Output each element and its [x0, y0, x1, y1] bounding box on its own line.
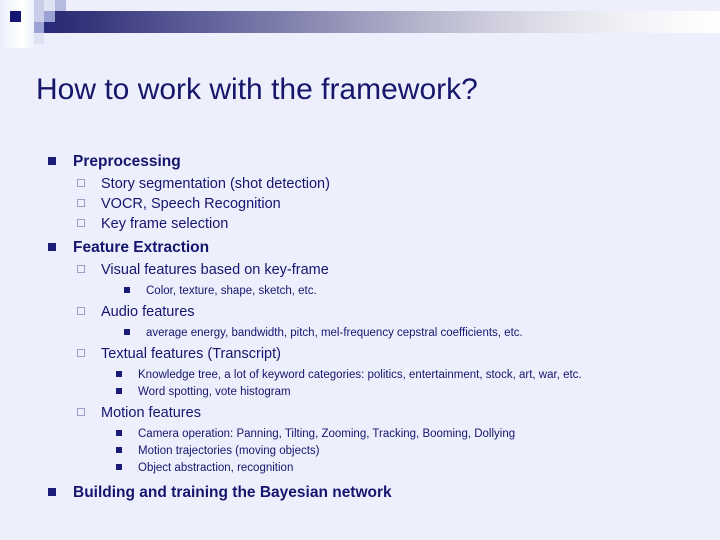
- outline-item-text: Textual features (Transcript): [101, 346, 281, 362]
- decoration-square: [33, 33, 44, 44]
- outline-item-level2: Textual features (Transcript): [0, 344, 720, 364]
- page-title: How to work with the framework?: [36, 73, 478, 106]
- outline-item-text: Preprocessing: [73, 153, 181, 170]
- outline-item-text: Story segmentation (shot detection): [101, 176, 330, 192]
- decoration-square: [44, 0, 55, 11]
- outline-item-text: Object abstraction, recognition: [138, 462, 294, 474]
- decoration-square-accent: [10, 11, 21, 22]
- outline-item-text: average energy, bandwidth, pitch, mel-fr…: [146, 327, 523, 339]
- slide-content-outline: Preprocessing Story segmentation (shot d…: [0, 150, 720, 505]
- outline-item-text: Motion trajectories (moving objects): [138, 445, 320, 457]
- outline-item-level2: Story segmentation (shot detection): [0, 174, 720, 194]
- decoration-square: [44, 11, 55, 22]
- outline-item-text: Audio features: [101, 304, 195, 320]
- outline-item-text: Visual features based on key-frame: [101, 262, 329, 278]
- slide-header-decoration: [0, 0, 720, 48]
- decoration-square: [55, 0, 66, 11]
- outline-item-text: VOCR, Speech Recognition: [101, 196, 281, 212]
- decoration-square: [33, 11, 44, 22]
- header-gradient-bar: [42, 11, 720, 33]
- outline-item-level1: Preprocessing: [0, 150, 720, 173]
- outline-item-level2: Visual features based on key-frame: [0, 260, 720, 280]
- outline-item-level2: Key frame selection: [0, 214, 720, 234]
- outline-item-text: Feature Extraction: [73, 239, 210, 256]
- outline-item-level3: average energy, bandwidth, pitch, mel-fr…: [0, 325, 720, 342]
- decoration-white-strip: [0, 0, 34, 48]
- decoration-square: [44, 22, 55, 33]
- outline-item-level2: VOCR, Speech Recognition: [0, 194, 720, 214]
- outline-item-level3: Color, texture, shape, sketch, etc.: [0, 283, 720, 300]
- outline-item-level1: Feature Extraction: [0, 236, 720, 259]
- outline-item-text: Key frame selection: [101, 216, 229, 232]
- outline-item-text: Camera operation: Panning, Tilting, Zoom…: [138, 428, 516, 440]
- outline-item-level2: Audio features: [0, 302, 720, 322]
- outline-item-level3: Camera operation: Panning, Tilting, Zoom…: [0, 426, 720, 443]
- outline-item-level1: Building and training the Bayesian netwo…: [0, 481, 720, 504]
- outline-item-text: Word spotting, vote histogram: [138, 386, 291, 398]
- outline-item-level3: Object abstraction, recognition: [0, 460, 720, 477]
- decoration-square: [33, 22, 44, 33]
- outline-item-text: Knowledge tree, a lot of keyword categor…: [138, 369, 582, 381]
- outline-item-text: Motion features: [101, 405, 201, 421]
- outline-item-level3: Word spotting, vote histogram: [0, 384, 720, 401]
- outline-item-level2: Motion features: [0, 403, 720, 423]
- outline-item-text: Color, texture, shape, sketch, etc.: [146, 285, 317, 297]
- outline-item-text: Building and training the Bayesian netwo…: [73, 484, 392, 501]
- decoration-square: [33, 0, 44, 11]
- outline-item-level3: Knowledge tree, a lot of keyword categor…: [0, 367, 720, 384]
- outline-item-level3: Motion trajectories (moving objects): [0, 443, 720, 460]
